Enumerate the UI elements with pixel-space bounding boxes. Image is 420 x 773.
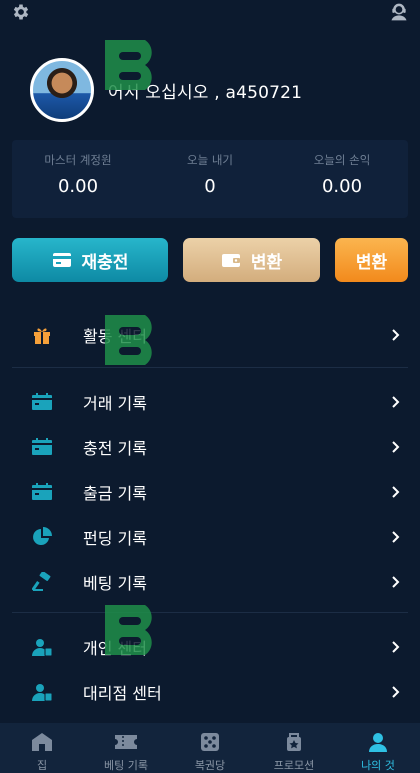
nav-label: 나의 것: [361, 759, 395, 772]
stat-value: 0.00: [321, 176, 363, 197]
stat-label: 마스터 계정원: [44, 153, 112, 167]
menu-group-activity: 활동 센터: [0, 312, 420, 357]
user-icon: [366, 731, 390, 753]
wallet-icon: [221, 252, 241, 268]
nav-label: 베팅 기록: [104, 759, 148, 772]
stat-today-profit: 오늘의 손익 0.00: [276, 140, 408, 218]
menu-item-personal-center[interactable]: 개인 센터: [0, 624, 420, 669]
menu-item-betting-records[interactable]: 베팅 기록: [0, 559, 420, 604]
top-bar: [0, 0, 420, 26]
menu-item-withdraw-records[interactable]: 출금 기록: [0, 469, 420, 514]
stat-today-bet: 오늘 내기 0: [144, 140, 276, 218]
nav-label: 복권당: [194, 759, 226, 772]
menu-label: 개인 센터: [83, 638, 147, 658]
nav-promotion[interactable]: 프로모션: [252, 723, 336, 773]
chevron-right-icon: [392, 685, 402, 699]
home-icon: [30, 731, 54, 753]
ticket-icon: [114, 731, 138, 753]
nav-label: 집: [36, 759, 48, 772]
menu-item-activity-center[interactable]: 활동 센터: [0, 312, 420, 357]
avatar[interactable]: [30, 58, 94, 122]
chevron-right-icon: [392, 440, 402, 454]
card-icon: [52, 252, 72, 268]
gavel-icon: [31, 571, 53, 593]
calendar-icon: [31, 436, 53, 458]
account-stats: 마스터 계정원 0.00 오늘 내기 0 오늘의 손익 0.00: [12, 140, 408, 218]
gear-icon[interactable]: [10, 1, 32, 23]
calendar-icon: [31, 391, 53, 413]
menu-group-records: 거래 기록 충전 기록 출금 기록 펀딩 기록 베팅 기록: [0, 379, 420, 604]
nav-lottery[interactable]: 복권당: [168, 723, 252, 773]
convert-secondary-button[interactable]: 변환: [335, 238, 408, 282]
chevron-right-icon: [392, 395, 402, 409]
welcome-text: 어서 오십시오 , a450721: [108, 82, 303, 103]
calendar-icon: [31, 481, 53, 503]
person-card-icon: [31, 681, 53, 703]
nav-home[interactable]: 집: [0, 723, 84, 773]
bottom-nav: 집 베팅 기록 복권당 프로모션 나의 것: [0, 723, 420, 773]
customer-service-icon[interactable]: [388, 1, 410, 23]
gift-icon: [31, 324, 53, 346]
menu-item-recharge-records[interactable]: 충전 기록: [0, 424, 420, 469]
convert-secondary-label: 변환: [355, 252, 388, 273]
nav-label: 프로모션: [273, 759, 315, 772]
divider: [12, 367, 408, 368]
stat-label: 오늘 내기: [187, 153, 233, 167]
chevron-right-icon: [392, 328, 402, 342]
nav-mine[interactable]: 나의 것: [336, 723, 420, 773]
promotion-icon: [282, 731, 306, 753]
dice-icon: [198, 731, 222, 753]
chevron-right-icon: [392, 530, 402, 544]
stat-value: 0.00: [57, 176, 99, 197]
menu-label: 펀딩 기록: [83, 528, 147, 548]
chevron-right-icon: [392, 485, 402, 499]
recharge-label: 재충전: [81, 252, 129, 273]
chevron-right-icon: [392, 640, 402, 654]
convert-label: 변환: [250, 252, 283, 273]
stat-master-account: 마스터 계정원 0.00: [12, 140, 144, 218]
convert-button[interactable]: 변환: [183, 238, 320, 282]
stat-label: 오늘의 손익: [313, 153, 371, 167]
menu-label: 베팅 기록: [83, 573, 147, 593]
person-card-icon: [31, 636, 53, 658]
menu-item-funding-records[interactable]: 펀딩 기록: [0, 514, 420, 559]
menu-label: 충전 기록: [83, 438, 147, 458]
nav-betting-records[interactable]: 베팅 기록: [84, 723, 168, 773]
divider: [12, 612, 408, 613]
pie-chart-icon: [31, 526, 53, 548]
recharge-button[interactable]: 재충전: [12, 238, 168, 282]
profile-header: 어서 오십시오 , a450721: [30, 58, 302, 122]
menu-label: 거래 기록: [83, 393, 147, 413]
menu-label: 대리점 센터: [83, 683, 162, 703]
chevron-right-icon: [392, 575, 402, 589]
menu-label: 활동 센터: [83, 326, 147, 346]
menu-label: 출금 기록: [83, 483, 147, 503]
stat-value: 0: [204, 176, 216, 197]
menu-item-transaction-records[interactable]: 거래 기록: [0, 379, 420, 424]
menu-group-account: 개인 센터 대리점 센터: [0, 624, 420, 714]
menu-item-agent-center[interactable]: 대리점 센터: [0, 669, 420, 714]
